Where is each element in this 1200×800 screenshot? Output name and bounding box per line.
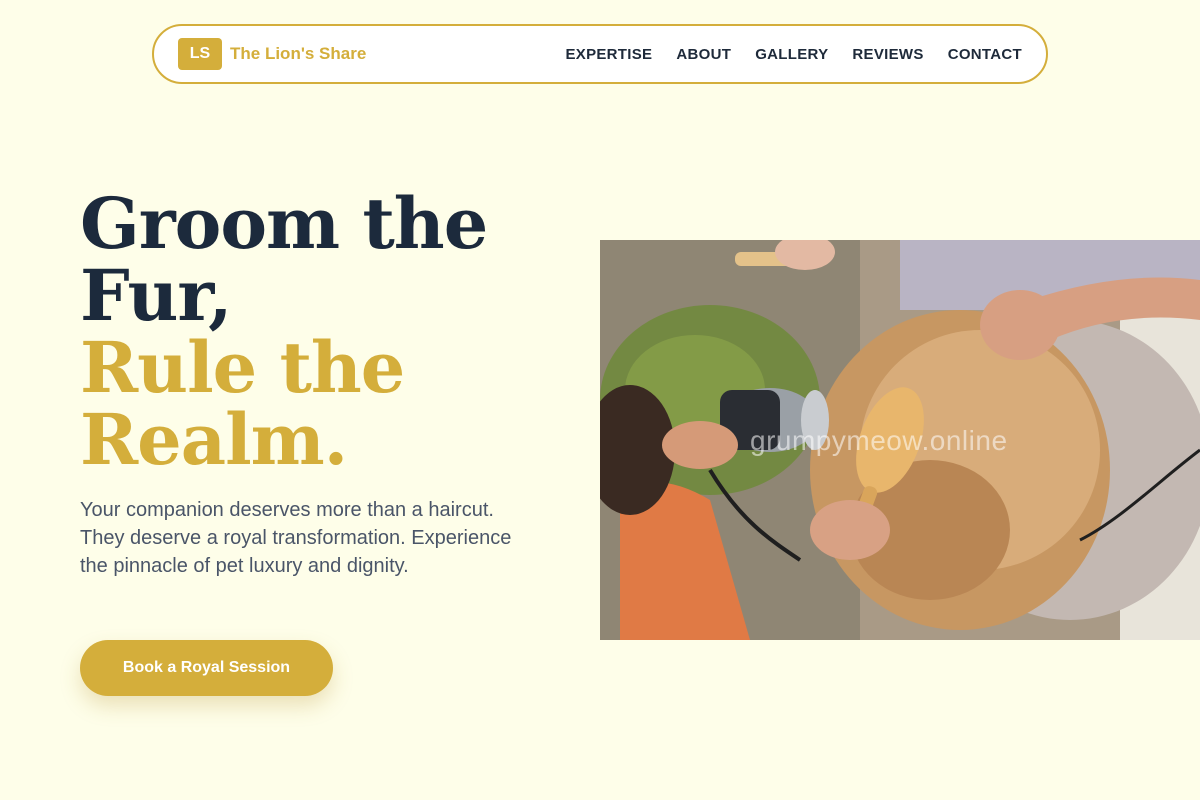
hero-title-line-accent: Rule the: [80, 326, 405, 409]
top-navigation: LS The Lion's Share EXPERTISE ABOUT GALL…: [152, 24, 1048, 84]
hero-title-line-accent: Realm.: [80, 398, 348, 481]
nav-link-reviews[interactable]: REVIEWS: [852, 46, 923, 63]
hero-title-line: Fur,: [80, 254, 233, 337]
nav-link-about[interactable]: ABOUT: [676, 46, 731, 63]
brand-logo-link[interactable]: LS The Lion's Share: [178, 38, 366, 70]
brand-badge: LS: [178, 38, 222, 70]
nav-link-contact[interactable]: CONTACT: [948, 46, 1022, 63]
hero-grooming-photo: [600, 240, 1200, 640]
brand-name: The Lion's Share: [230, 44, 367, 63]
book-royal-session-button[interactable]: Book a Royal Session: [80, 640, 333, 696]
nav-links: EXPERTISE ABOUT GALLERY REVIEWS CONTACT: [565, 46, 1022, 63]
hero-subtitle: Your companion deserves more than a hair…: [80, 499, 512, 577]
hero-title-line: Groom the: [80, 182, 488, 265]
grooming-photo-illustration: [600, 240, 1200, 640]
nav-link-gallery[interactable]: GALLERY: [755, 46, 828, 63]
nav-link-expertise[interactable]: EXPERTISE: [565, 46, 652, 63]
hero-title: Groom the Fur, Rule the Realm.: [80, 188, 550, 476]
landing-page: LS The Lion's Share EXPERTISE ABOUT GALL…: [0, 0, 1200, 800]
